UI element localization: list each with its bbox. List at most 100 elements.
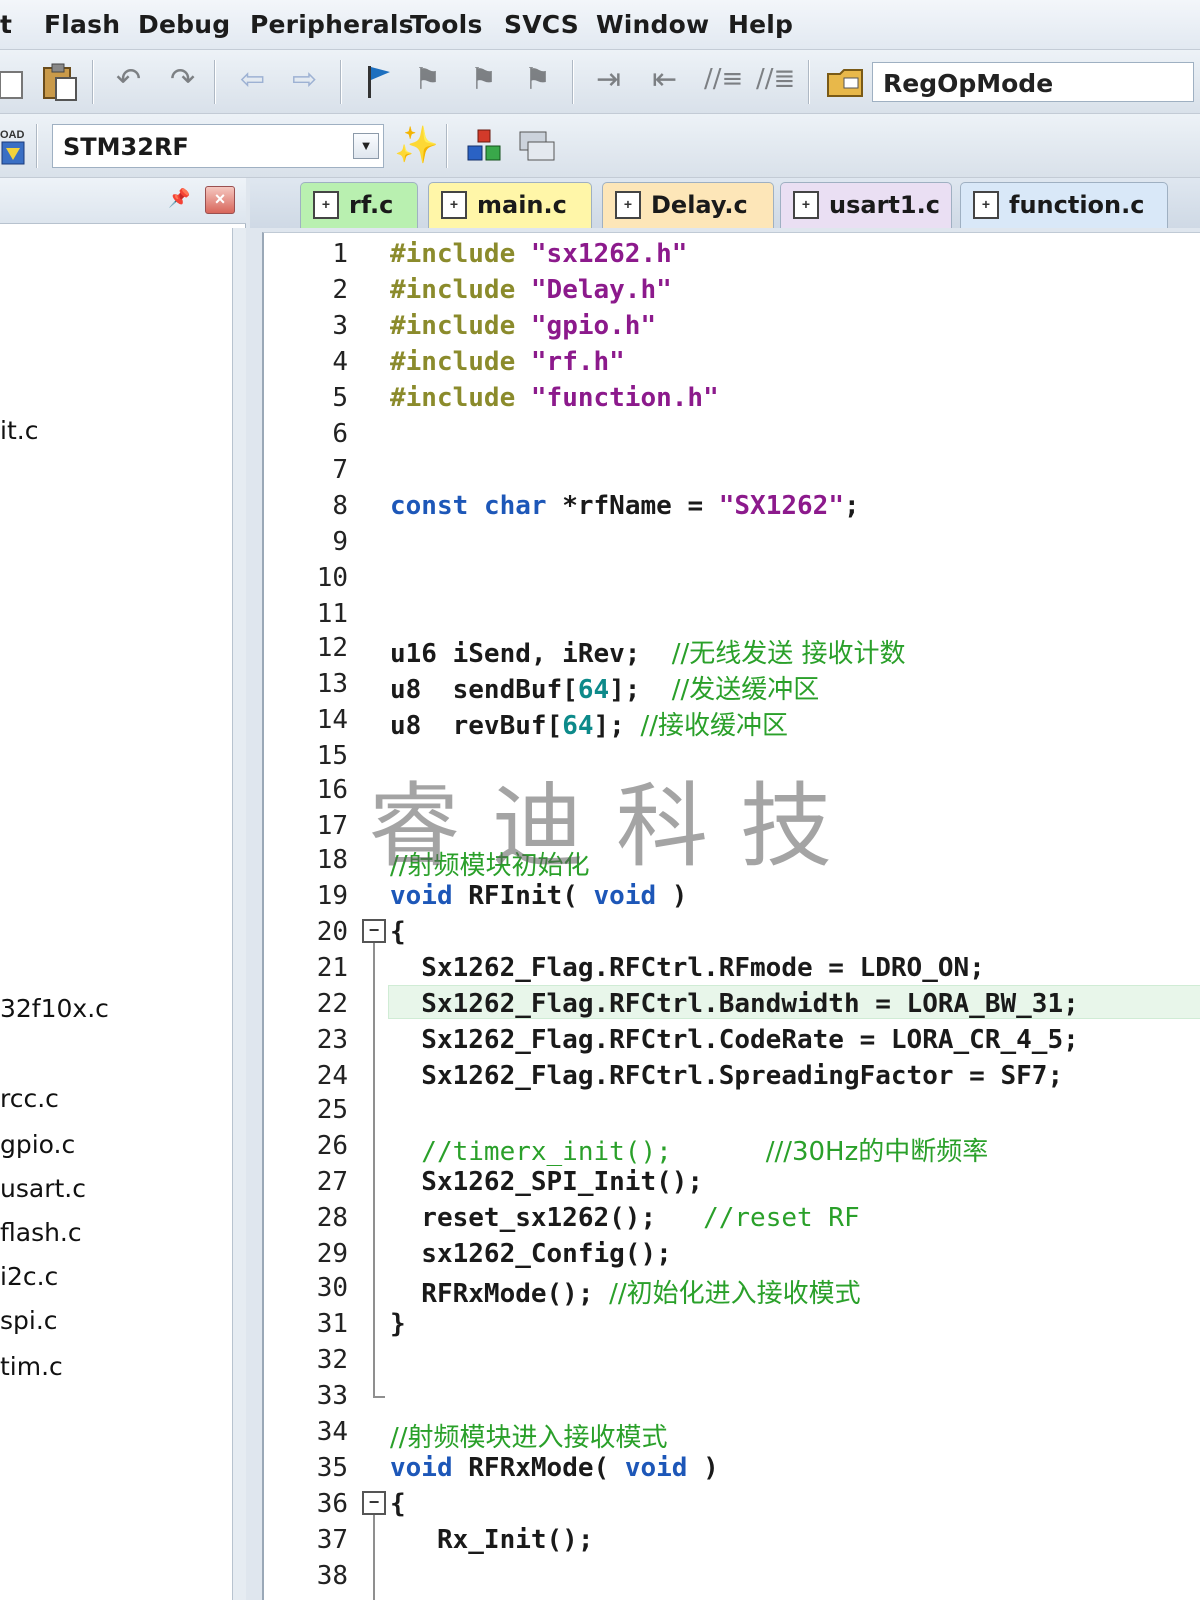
find-combo-box[interactable]: RegOpMode <box>872 62 1194 102</box>
menu-edit[interactable]: t <box>0 10 12 39</box>
close-icon[interactable]: × <box>205 186 235 214</box>
tree-item-file[interactable]: 32f10x.c <box>0 994 109 1023</box>
next-bookmark-icon[interactable]: ⚑ <box>470 62 497 97</box>
line-number: 11 <box>316 599 348 629</box>
panel-scrollbar[interactable] <box>232 228 246 1600</box>
comment-icon[interactable]: //≡ <box>704 64 743 94</box>
line-number: 6 <box>332 419 348 449</box>
code-token: u16 iSend, iRev; <box>390 639 672 669</box>
pin-icon[interactable]: 📌 <box>168 188 190 209</box>
code-line-22: Sx1262_Flag.RFCtrl.Bandwidth = LORA_BW_3… <box>390 989 1079 1019</box>
menu-tools[interactable]: Tools <box>410 10 483 39</box>
line-number: 9 <box>332 527 348 557</box>
line-number: 38 <box>316 1561 348 1591</box>
code-token: Sx1262_Flag.RFCtrl.Bandwidth = LORA_BW_3… <box>390 989 1079 1019</box>
file-icon: + <box>793 191 819 219</box>
toolbar-separator <box>572 60 574 104</box>
target-select-value: STM32RF <box>63 133 189 161</box>
find-in-files-icon[interactable] <box>826 64 866 100</box>
options-for-target-icon[interactable]: ✨ <box>394 124 439 166</box>
uncomment-icon[interactable]: //≣ <box>756 64 795 94</box>
manage-project-items-icon[interactable] <box>466 128 504 164</box>
line-number: 19 <box>316 881 348 911</box>
code-line-5: #include "function.h" <box>390 383 719 413</box>
tab-delay-c[interactable]: + Delay.c <box>602 182 774 228</box>
navigate-forward-icon[interactable]: ⇨ <box>292 62 317 97</box>
tree-item-file[interactable]: flash.c <box>0 1218 82 1247</box>
line-number: 8 <box>332 491 348 521</box>
tree-item-file[interactable]: usart.c <box>0 1174 86 1203</box>
unindent-icon[interactable]: ⇤ <box>652 62 677 97</box>
code-line-28: reset_sx1262(); //reset RF <box>390 1203 859 1233</box>
tab-function-c[interactable]: + function.c <box>960 182 1168 228</box>
line-number: 15 <box>316 741 348 771</box>
clear-bookmarks-icon[interactable]: ⚑ <box>524 62 551 97</box>
line-number: 28 <box>316 1203 348 1233</box>
code-token: ) <box>656 881 688 911</box>
paste-icon[interactable] <box>40 62 80 102</box>
indent-icon[interactable]: ⇥ <box>596 62 621 97</box>
tab-rf-c[interactable]: + rf.c <box>300 182 418 228</box>
menu-bar: t Flash Debug Peripherals Tools SVCS Win… <box>0 0 1200 50</box>
load-label: OAD <box>0 129 25 141</box>
code-token: 64 <box>562 711 594 741</box>
code-line-13: u8 sendBuf[64]; //发送缓冲区 <box>390 669 819 706</box>
line-number: 27 <box>316 1167 348 1197</box>
redo-icon[interactable]: ↷ <box>170 62 195 97</box>
code-line-34: //射频模块进入接收模式 <box>390 1417 668 1454</box>
tree-item-file[interactable]: spi.c <box>0 1306 58 1335</box>
copy-icon[interactable] <box>0 64 34 100</box>
code-comment: //射频模块进入接收模式 <box>390 1423 668 1453</box>
code-token: "rf.h" <box>530 347 625 377</box>
code-comment: //接收缓冲区 <box>640 711 788 741</box>
collapse-icon[interactable]: − <box>362 1491 386 1515</box>
code-token: #include <box>390 383 516 413</box>
select-packs-icon[interactable] <box>518 128 556 164</box>
tree-item-file[interactable]: tim.c <box>0 1352 63 1381</box>
code-token: } <box>390 1309 406 1339</box>
tree-item-file[interactable]: it.c <box>0 416 38 445</box>
editor-tabs: + rf.c + main.c + Delay.c + usart1.c + f… <box>250 178 1200 228</box>
target-select[interactable]: STM32RF ▼ <box>52 124 384 168</box>
code-comment: //发送缓冲区 <box>671 675 820 705</box>
tab-main-c[interactable]: + main.c <box>428 182 592 228</box>
line-number: 10 <box>316 563 348 593</box>
line-number: 18 <box>316 845 348 875</box>
tab-usart1-c[interactable]: + usart1.c <box>780 182 952 228</box>
download-icon[interactable]: OAD <box>0 126 28 168</box>
menu-svcs[interactable]: SVCS <box>504 10 579 39</box>
menu-help[interactable]: Help <box>728 10 793 39</box>
tree-item-file[interactable]: rcc.c <box>0 1084 59 1113</box>
line-number: 3 <box>332 311 348 341</box>
menu-peripherals[interactable]: Peripherals <box>250 10 414 39</box>
navigate-back-icon[interactable]: ⇦ <box>240 62 265 97</box>
undo-icon[interactable]: ↶ <box>116 62 141 97</box>
code-token: "SX1262" <box>718 491 844 521</box>
code-editor[interactable]: − − 1 2 3 4 5 6 7 8 9 10 11 12 13 14 15 16 17 18 19 20 21 22 2… <box>262 232 1200 1600</box>
tree-item-file[interactable]: i2c.c <box>0 1262 58 1291</box>
code-line-29: sx1262_Config(); <box>390 1239 671 1269</box>
code-token: #include <box>390 275 516 305</box>
menu-debug[interactable]: Debug <box>138 10 230 39</box>
line-number: 36 <box>316 1489 348 1519</box>
line-number: 2 <box>332 275 348 305</box>
chevron-down-icon[interactable]: ▼ <box>353 133 379 159</box>
code-line-37: Rx_Init(); <box>390 1525 594 1555</box>
line-number: 24 <box>316 1061 348 1091</box>
insert-bookmark-icon[interactable] <box>362 64 396 100</box>
line-number: 5 <box>332 383 348 413</box>
collapse-icon[interactable]: − <box>362 919 386 943</box>
tab-label: rf.c <box>349 191 394 219</box>
line-number: 17 <box>316 811 348 841</box>
code-token: u8 sendBuf[ <box>390 675 578 705</box>
prev-bookmark-icon[interactable]: ⚑ <box>414 62 441 97</box>
menu-window[interactable]: Window <box>596 10 709 39</box>
code-token: 64 <box>577 675 610 705</box>
code-token: #include <box>390 239 516 269</box>
menu-flash[interactable]: Flash <box>44 10 120 39</box>
tree-item-file[interactable]: gpio.c <box>0 1130 75 1159</box>
code-token: "sx1262.h" <box>530 239 688 269</box>
code-token: ; <box>843 491 860 521</box>
code-line-36: { <box>390 1489 406 1519</box>
line-number: 22 <box>316 989 348 1019</box>
